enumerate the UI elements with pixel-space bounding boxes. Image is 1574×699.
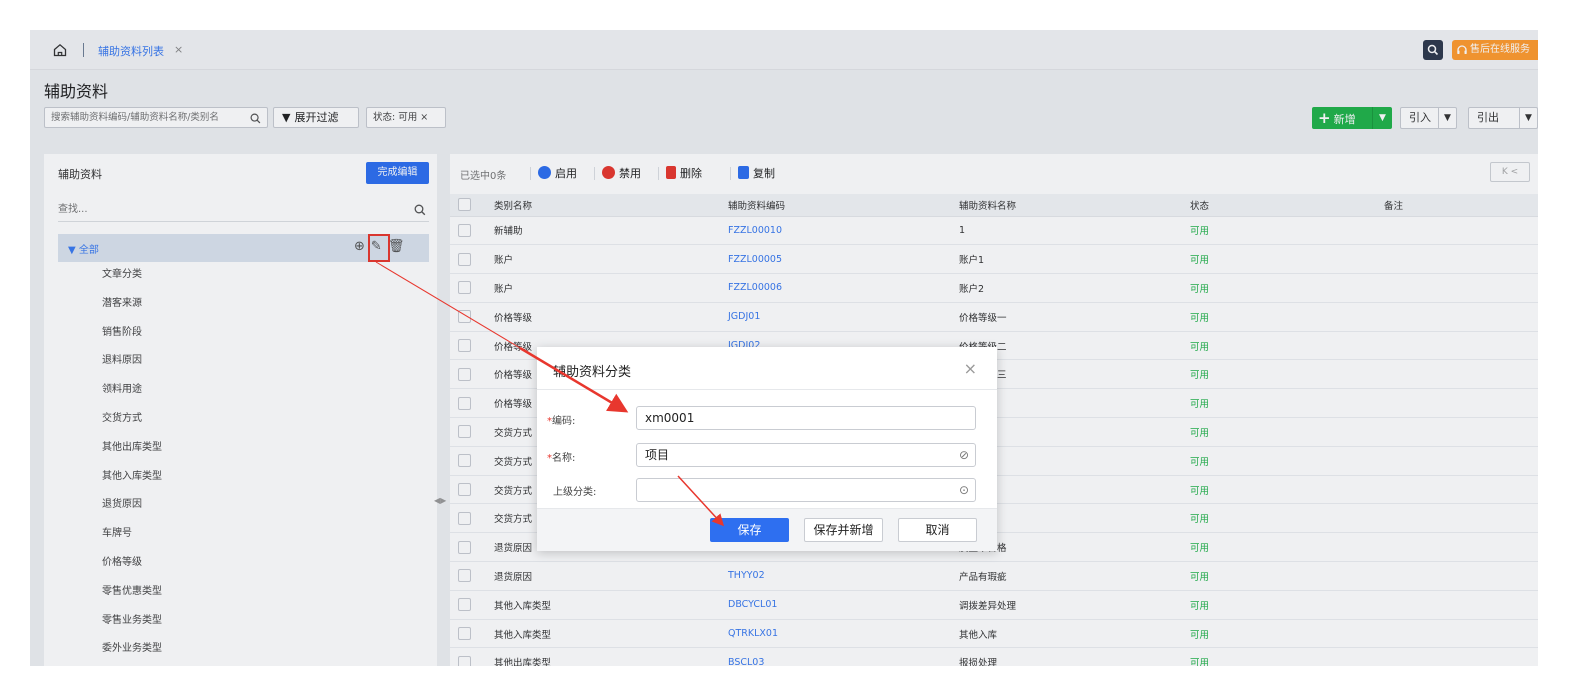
code-label-text: 编码: <box>552 416 576 427</box>
name-label: *名称: <box>547 449 575 464</box>
save-and-new-button[interactable]: 保存并新增 <box>804 518 883 542</box>
dialog-divider <box>537 389 997 390</box>
save-button[interactable]: 保存 <box>710 518 789 542</box>
code-label: *编码: <box>547 412 575 427</box>
name-label-text: 名称: <box>552 453 576 464</box>
parent-label: 上级分类: <box>553 487 597 498</box>
more-icon[interactable]: ⊙ <box>959 479 969 501</box>
name-input[interactable]: 项目 ⊘ <box>636 443 976 467</box>
dialog-title: 辅助资料分类 <box>553 365 632 380</box>
category-dialog: 辅助资料分类 × *编码: xm0001 *名称: 项目 ⊘ 上级分类: ⊙ 保存… <box>537 347 997 551</box>
code-input[interactable]: xm0001 <box>636 406 976 430</box>
translate-icon[interactable]: ⊘ <box>959 444 969 466</box>
dialog-footer: 保存 保存并新增 取消 <box>537 508 997 551</box>
app-frame: 辅助资料列表 × 售后在线服务 辅助资料 ▼展开过滤 状态: 可用 × +新增 … <box>30 30 1538 666</box>
code-value: xm0001 <box>645 411 695 425</box>
parent-category-input[interactable]: ⊙ <box>636 478 976 502</box>
cancel-button[interactable]: 取消 <box>898 518 977 542</box>
name-value: 项目 <box>645 448 670 462</box>
close-icon[interactable]: × <box>964 359 977 378</box>
